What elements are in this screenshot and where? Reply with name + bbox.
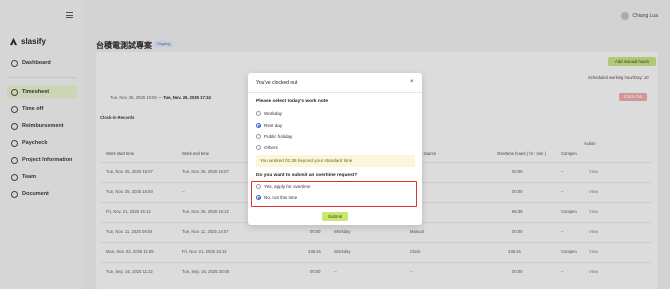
radio-button-selected[interactable] bbox=[256, 123, 261, 128]
option-label: Others bbox=[264, 145, 278, 150]
radio-button[interactable] bbox=[256, 134, 261, 139]
work-note-option-public-holiday[interactable]: Public holiday bbox=[256, 134, 292, 139]
work-note-question: Please select today's work note bbox=[256, 99, 329, 104]
work-note-option-workday[interactable]: Workday bbox=[256, 111, 282, 116]
dialog-divider bbox=[248, 92, 422, 93]
radio-button[interactable] bbox=[256, 111, 261, 116]
option-label: Rest day bbox=[264, 123, 283, 128]
overtime-options-highlight bbox=[251, 181, 417, 207]
overtime-question: Do you want to submit an overtime reques… bbox=[256, 173, 358, 178]
radio-button[interactable] bbox=[256, 145, 261, 150]
work-note-option-rest-day[interactable]: Rest day bbox=[256, 123, 282, 128]
submit-button[interactable]: Submit bbox=[322, 212, 348, 221]
work-note-option-others[interactable]: Others bbox=[256, 145, 278, 150]
option-label: Workday bbox=[264, 111, 283, 116]
close-icon[interactable]: × bbox=[410, 79, 414, 85]
dialog-title: You've clocked out bbox=[256, 80, 298, 86]
overtime-notice: You worked 01:28 beyond your standard ti… bbox=[256, 155, 415, 167]
option-label: Public holiday bbox=[264, 134, 293, 139]
